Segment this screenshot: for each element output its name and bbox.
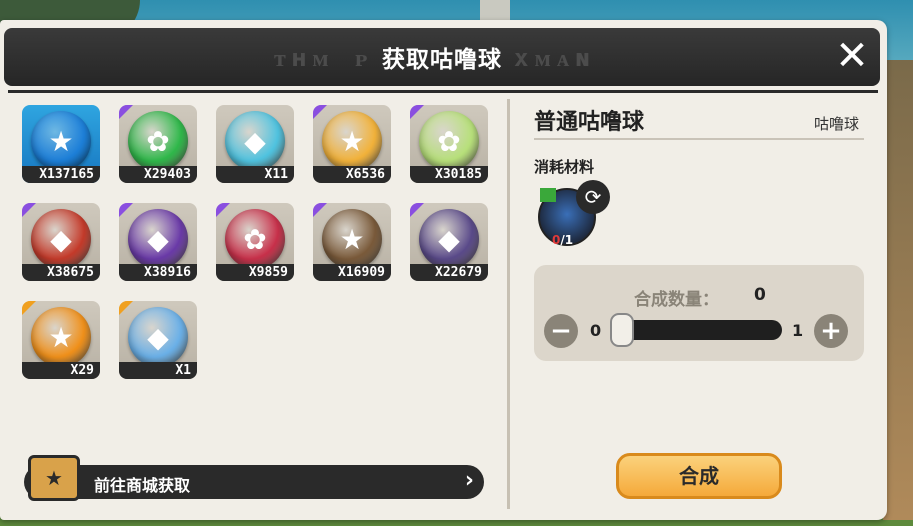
selected-item-category: 咕噜球 [813, 115, 859, 133]
synth-quantity-value: 0 [754, 285, 766, 305]
ball-item[interactable]: ★ X137165 [22, 105, 100, 183]
ball-count: X38675 [22, 264, 100, 281]
material-quantity: 0/1 [552, 233, 574, 247]
slider-min-value: 0 [590, 321, 602, 340]
ball-item[interactable]: ◆ X1 [119, 301, 197, 379]
synth-quantity-label: 合成数量： [634, 290, 719, 310]
ball-count: X29403 [119, 166, 197, 183]
ball-icon: ★ [322, 111, 382, 171]
synthesize-button[interactable]: 合成 [616, 453, 782, 499]
rarity-corner [119, 203, 133, 217]
quantity-slider-thumb[interactable] [610, 313, 634, 347]
background-cliff [883, 60, 913, 520]
ball-icon: ✿ [419, 111, 479, 171]
ball-item[interactable]: ◆ X11 [216, 105, 294, 183]
minus-icon: − [550, 316, 572, 346]
selected-item-name: 普通咕噜球 [534, 110, 645, 135]
ball-item[interactable]: ★ X29 [22, 301, 100, 379]
ball-item[interactable]: ✿ X9859 [216, 203, 294, 281]
ball-count: X29 [22, 362, 100, 379]
ball-count: X11 [216, 166, 294, 183]
ball-count: X6536 [313, 166, 391, 183]
ball-icon: ★ [322, 209, 382, 269]
ball-icon: ◆ [225, 111, 285, 171]
ball-count: X22679 [410, 264, 488, 281]
ball-icon: ★ [31, 111, 91, 171]
title-decoration-left: ᴛʜᴍ ᴘ [274, 44, 374, 72]
go-to-shop-label: 前往商城获取 [94, 476, 191, 495]
ball-icon: ◆ [128, 307, 188, 367]
ball-icon: ✿ [225, 209, 285, 269]
shop-cart-icon: ★ [28, 455, 80, 501]
ball-icon: ★ [31, 307, 91, 367]
rarity-corner [119, 301, 133, 315]
rarity-corner [216, 203, 230, 217]
panel-divider [507, 99, 510, 509]
close-icon: ✕ [835, 33, 869, 79]
rarity-corner [313, 203, 327, 217]
title-decoration-right: xᴍᴀɴ [514, 44, 596, 72]
ball-item[interactable]: ◆ X38916 [119, 203, 197, 281]
ball-count: X16909 [313, 264, 391, 281]
chevron-right-icon: › [464, 468, 474, 493]
material-rarity-corner [540, 188, 556, 202]
ball-icon: ◆ [419, 209, 479, 269]
ball-icon: ◆ [128, 209, 188, 269]
rarity-corner [410, 105, 424, 119]
ball-icon: ✿ [128, 111, 188, 171]
plus-icon: + [820, 316, 842, 346]
quantity-slider-track[interactable] [612, 320, 782, 340]
ball-count: X38916 [119, 264, 197, 281]
craft-panel: ᴛʜᴍ ᴘ xᴍᴀɴ 获取咕噜球 ✕ ★ X137165 ✿ X29403 ◆ X11 ★ X… [0, 20, 887, 520]
materials-label: 消耗材料 [534, 158, 595, 176]
ball-item[interactable]: ✿ X30185 [410, 105, 488, 183]
increase-button[interactable]: + [814, 314, 848, 348]
panel-title: 获取咕噜球 [382, 47, 502, 73]
ball-item[interactable]: ★ X16909 [313, 203, 391, 281]
ball-item[interactable]: ◆ X22679 [410, 203, 488, 281]
ball-count: X1 [119, 362, 197, 379]
close-button[interactable]: ✕ [832, 36, 872, 76]
slider-max-value: 1 [792, 321, 804, 340]
ball-count: X9859 [216, 264, 294, 281]
synth-quantity-box: 合成数量： 0 − 0 1 + [534, 265, 864, 361]
go-to-shop-button[interactable]: ★ 前往商城获取 › [24, 455, 484, 501]
ball-count: X30185 [410, 166, 488, 183]
ball-item[interactable]: ★ X6536 [313, 105, 391, 183]
decrease-button[interactable]: − [544, 314, 578, 348]
ball-item[interactable]: ✿ X29403 [119, 105, 197, 183]
ball-count: X137165 [22, 166, 100, 183]
ball-icon: ◆ [31, 209, 91, 269]
rarity-corner [119, 105, 133, 119]
rarity-corner [410, 203, 424, 217]
ball-item[interactable]: ◆ X38675 [22, 203, 100, 281]
rarity-corner [22, 203, 36, 217]
detail-divider [534, 138, 864, 140]
rarity-corner [313, 105, 327, 119]
refresh-icon[interactable]: ⟳ [576, 180, 610, 214]
rarity-corner [22, 301, 36, 315]
title-underline [8, 90, 878, 93]
title-bar: ᴛʜᴍ ᴘ xᴍᴀɴ 获取咕噜球 ✕ [4, 28, 880, 86]
